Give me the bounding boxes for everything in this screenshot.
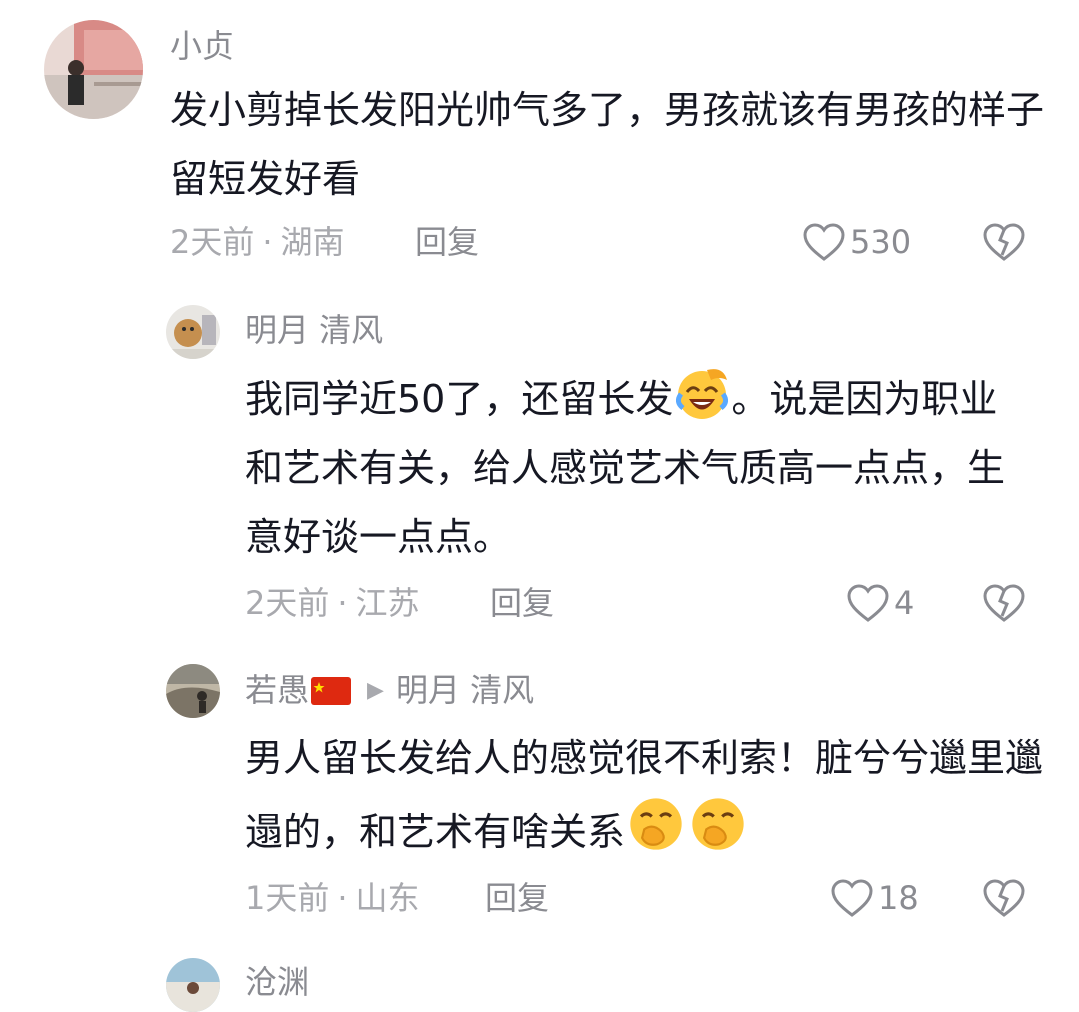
username[interactable]: 沧渊 xyxy=(245,962,309,1002)
dislike-button[interactable] xyxy=(982,878,1026,922)
meta-separator: · xyxy=(337,879,348,917)
hand-over-mouth-emoji xyxy=(630,798,682,850)
reply-to-name: 明月 清风 xyxy=(395,671,535,709)
avatar[interactable] xyxy=(166,305,220,359)
username[interactable]: 小贞 xyxy=(170,26,234,66)
comment-meta: 2天前 · 湖南 xyxy=(170,222,345,262)
broken-heart-icon xyxy=(983,879,1025,917)
avatar[interactable] xyxy=(166,664,220,718)
comment-text: 发小剪掉长发阳光帅气多了，男孩就该有男孩的样子留短发好看 xyxy=(170,88,1045,201)
comment-text: 男人留长发给人的感觉很不利索！脏兮兮邋里邋遢的，和艺术有啥关系 xyxy=(245,724,1045,867)
like-button[interactable]: 18 xyxy=(830,878,919,918)
heart-icon xyxy=(803,223,845,261)
comment-meta: 1天前 · 山东 xyxy=(245,878,420,918)
hand-over-mouth-emoji xyxy=(692,798,744,850)
reply-button[interactable]: 回复 xyxy=(490,583,554,623)
broken-heart-icon xyxy=(983,584,1025,622)
reply-button[interactable]: 回复 xyxy=(415,222,479,262)
like-button[interactable]: 530 xyxy=(802,222,911,262)
location: 湖南 xyxy=(280,223,345,261)
comment-text-part: 我同学近50了，还留长发 xyxy=(245,377,674,421)
comment-text: 我同学近50了，还留长发 。说是因为职业和艺术有关，给人感觉艺术气质高一点点，生意… xyxy=(245,364,1035,572)
like-button[interactable]: 4 xyxy=(846,583,914,623)
like-count: 4 xyxy=(894,584,915,622)
heart-icon xyxy=(831,879,873,917)
dislike-button[interactable] xyxy=(982,583,1026,627)
username[interactable]: 明月 清风 xyxy=(245,310,383,350)
reply-button[interactable]: 回复 xyxy=(485,878,549,918)
location: 山东 xyxy=(355,879,420,917)
comment-meta: 2天前 · 江苏 xyxy=(245,583,420,623)
author-name: 若愚 xyxy=(245,671,310,709)
meta-separator: · xyxy=(337,584,348,622)
china-flag-icon xyxy=(311,677,352,705)
reply-arrow-icon: ▶ xyxy=(367,678,384,703)
heart-icon xyxy=(847,584,889,622)
laughing-crying-emoji xyxy=(676,369,729,419)
like-count: 18 xyxy=(878,879,919,917)
broken-heart-icon xyxy=(983,223,1025,261)
meta-separator: · xyxy=(262,223,273,261)
timestamp: 2天前 xyxy=(245,584,330,622)
avatar[interactable] xyxy=(166,958,220,1012)
timestamp: 2天前 xyxy=(170,223,255,261)
avatar[interactable] xyxy=(44,20,143,119)
username[interactable]: 若愚 ▶ 明月 清风 xyxy=(245,670,534,711)
location: 江苏 xyxy=(355,584,420,622)
like-count: 530 xyxy=(850,223,912,261)
dislike-button[interactable] xyxy=(982,222,1026,266)
timestamp: 1天前 xyxy=(245,879,330,917)
